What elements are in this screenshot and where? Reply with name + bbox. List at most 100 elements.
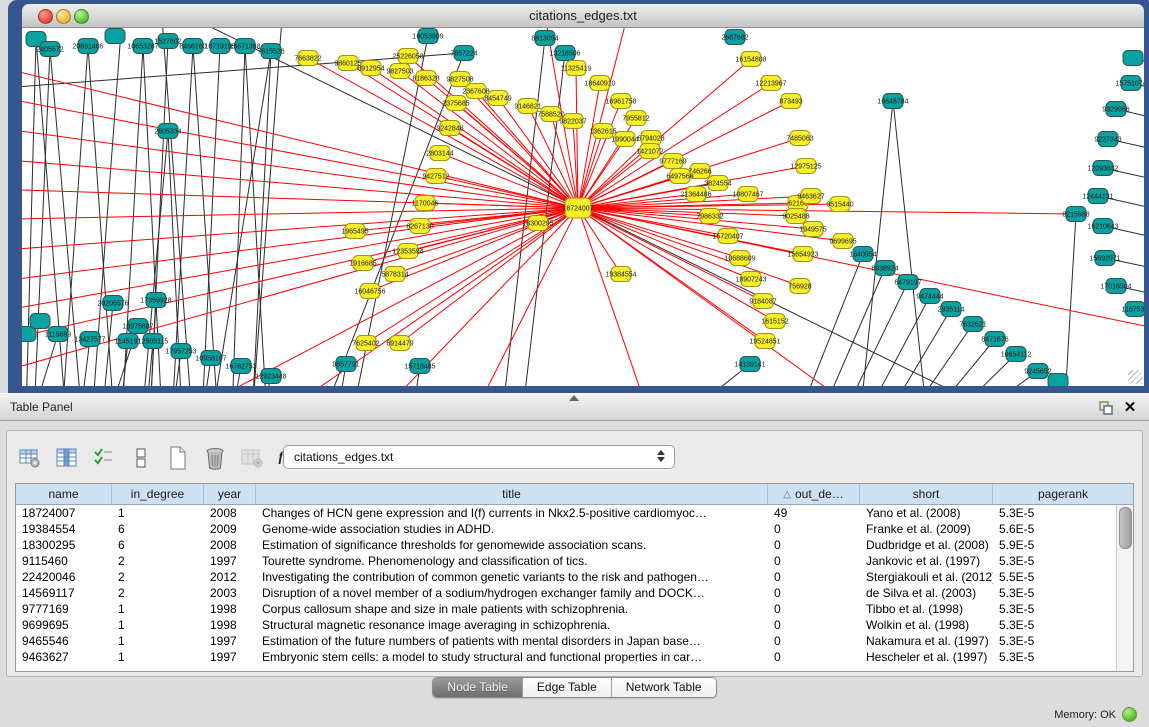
- network-node[interactable]: 873493: [779, 94, 802, 109]
- network-node[interactable]: 1170046: [412, 196, 439, 211]
- network-node[interactable]: [1048, 374, 1068, 387]
- network-node[interactable]: 16961758: [605, 94, 636, 109]
- network-node[interactable]: 1916685: [349, 256, 376, 271]
- network-node[interactable]: 16053809: [412, 29, 443, 44]
- tab-node-table[interactable]: Node Table: [433, 678, 523, 697]
- network-node[interactable]: 2803144: [426, 146, 453, 161]
- network-node[interactable]: 17359928: [140, 293, 171, 308]
- network-node[interactable]: 9515440: [826, 197, 853, 212]
- vertical-scrollbar[interactable]: [1116, 505, 1133, 671]
- network-node[interactable]: 7615526: [257, 44, 284, 59]
- network-node[interactable]: 20206576: [97, 296, 128, 311]
- network-node[interactable]: 8912954: [357, 61, 384, 76]
- network-node[interactable]: 1949575: [799, 222, 826, 237]
- network-node[interactable]: 8466160: [179, 39, 206, 54]
- table-row[interactable]: 1456911722003Disruption of a novel membe…: [16, 585, 1133, 601]
- close-panel-icon[interactable]: ✕: [1121, 399, 1139, 417]
- network-node[interactable]: 7857224: [450, 46, 477, 61]
- canvas-resize-grip[interactable]: [1128, 370, 1142, 384]
- tab-edge-table[interactable]: Edge Table: [523, 678, 612, 697]
- table-row[interactable]: 1872400712008Changes of HCN gene express…: [16, 505, 1133, 521]
- network-node[interactable]: 5878314: [381, 267, 408, 282]
- column-header-year[interactable]: year: [204, 484, 256, 504]
- network-node[interactable]: 10688609: [724, 251, 755, 266]
- network-node[interactable]: 8471676: [981, 332, 1008, 347]
- network-node[interactable]: 17016504: [1100, 279, 1131, 294]
- network-node[interactable]: 9227343: [1094, 132, 1121, 147]
- network-node[interactable]: 3824554: [704, 176, 731, 191]
- network-node[interactable]: [1123, 51, 1143, 66]
- network-node[interactable]: 8186328: [412, 71, 439, 86]
- network-node[interactable]: 12444131: [1082, 189, 1113, 204]
- float-panel-icon[interactable]: [1097, 399, 1115, 417]
- scrollbar-thumb[interactable]: [1119, 507, 1132, 549]
- network-node[interactable]: 7955812: [622, 111, 649, 126]
- select-columns-icon[interactable]: [91, 445, 117, 471]
- network-node[interactable]: 18907243: [735, 272, 766, 287]
- network-node[interactable]: 1615152: [761, 314, 788, 329]
- delete-table-icon[interactable]: [202, 445, 228, 471]
- network-node[interactable]: 9245652: [1024, 364, 1051, 379]
- network-node[interactable]: 2935114: [938, 302, 965, 317]
- network-node[interactable]: 15751074: [1115, 76, 1144, 91]
- table-row[interactable]: 946362711997Embryonic stem cells: a mode…: [16, 649, 1133, 665]
- network-node[interactable]: 16782753: [225, 359, 256, 374]
- row-height-icon[interactable]: [128, 445, 154, 471]
- network-node[interactable]: 1421072: [636, 144, 663, 159]
- panel-resize-handle[interactable]: [569, 395, 579, 401]
- network-node[interactable]: 9827503: [386, 64, 413, 79]
- network-node[interactable]: 14139141: [734, 357, 765, 372]
- network-node[interactable]: 9857791: [332, 357, 359, 372]
- table-row[interactable]: 1938455462009Genome-wide association stu…: [16, 521, 1133, 537]
- network-node[interactable]: 7986332: [696, 209, 723, 224]
- network-node[interactable]: 2605334: [154, 124, 181, 139]
- network-node[interactable]: 7632621: [959, 317, 986, 332]
- network-node[interactable]: 9427512: [422, 169, 449, 184]
- network-node[interactable]: 13218506: [549, 46, 580, 61]
- network-node[interactable]: 9329966: [1102, 102, 1129, 117]
- minimize-button[interactable]: [56, 9, 71, 24]
- network-node[interactable]: 12353594: [392, 244, 423, 259]
- network-node[interactable]: 13427577: [74, 332, 105, 347]
- zoom-button[interactable]: [74, 9, 89, 24]
- network-node[interactable]: 9699695: [829, 234, 856, 249]
- network-node[interactable]: 17957253: [165, 344, 196, 359]
- network-node[interactable]: 756928: [788, 279, 811, 294]
- network-node[interactable]: 1527602: [154, 34, 181, 49]
- network-node[interactable]: 10807467: [732, 187, 763, 202]
- network-node[interactable]: [30, 314, 50, 329]
- network-node[interactable]: 12213967: [755, 76, 786, 91]
- network-node[interactable]: 8454749: [484, 91, 511, 106]
- network-node[interactable]: 1115689: [45, 327, 71, 342]
- network-node[interactable]: 9822037: [559, 114, 586, 129]
- network-node[interactable]: 16154808: [735, 52, 766, 67]
- network-node[interactable]: 16046756: [354, 284, 385, 299]
- network-window-titlebar[interactable]: citations_edges.txt: [22, 4, 1144, 28]
- network-node[interactable]: 12923448: [255, 369, 286, 384]
- network-node[interactable]: 8938924: [871, 261, 898, 276]
- table-row[interactable]: 969969511998Structural magnetic resonanc…: [16, 617, 1133, 633]
- network-node[interactable]: 10654112: [1001, 347, 1032, 362]
- network-canvas[interactable]: 2405572206914061065328715276028466160107…: [22, 28, 1144, 386]
- network-node[interactable]: 8267130: [406, 219, 433, 234]
- network-node[interactable]: 1965495: [341, 224, 368, 239]
- network-node[interactable]: 12093832: [1087, 161, 1118, 176]
- network-node[interactable]: 12505115: [138, 334, 169, 349]
- network-node[interactable]: 7485063: [786, 131, 813, 146]
- table-row[interactable]: 946554611997Estimation of the future num…: [16, 633, 1133, 649]
- create-table-icon[interactable]: [165, 445, 191, 471]
- network-node[interactable]: 1167533: [1122, 302, 1144, 317]
- tab-network-table[interactable]: Network Table: [612, 678, 716, 697]
- network-node[interactable]: 19384554: [605, 267, 636, 282]
- network-node[interactable]: 6914479: [386, 336, 413, 351]
- network-node[interactable]: 1990044: [611, 132, 638, 147]
- show-columns-icon[interactable]: [54, 445, 80, 471]
- network-node[interactable]: 7663822: [294, 51, 321, 66]
- network-node[interactable]: 2687682: [721, 30, 748, 45]
- network-node[interactable]: [105, 29, 125, 44]
- network-node[interactable]: 2405572: [36, 42, 63, 57]
- network-node[interactable]: 9777169: [659, 154, 686, 169]
- network-node[interactable]: 16671388: [229, 39, 260, 54]
- network-node[interactable]: 16210643: [1087, 219, 1118, 234]
- network-svg[interactable]: 2405572206914061065328715276028466160107…: [22, 28, 1144, 386]
